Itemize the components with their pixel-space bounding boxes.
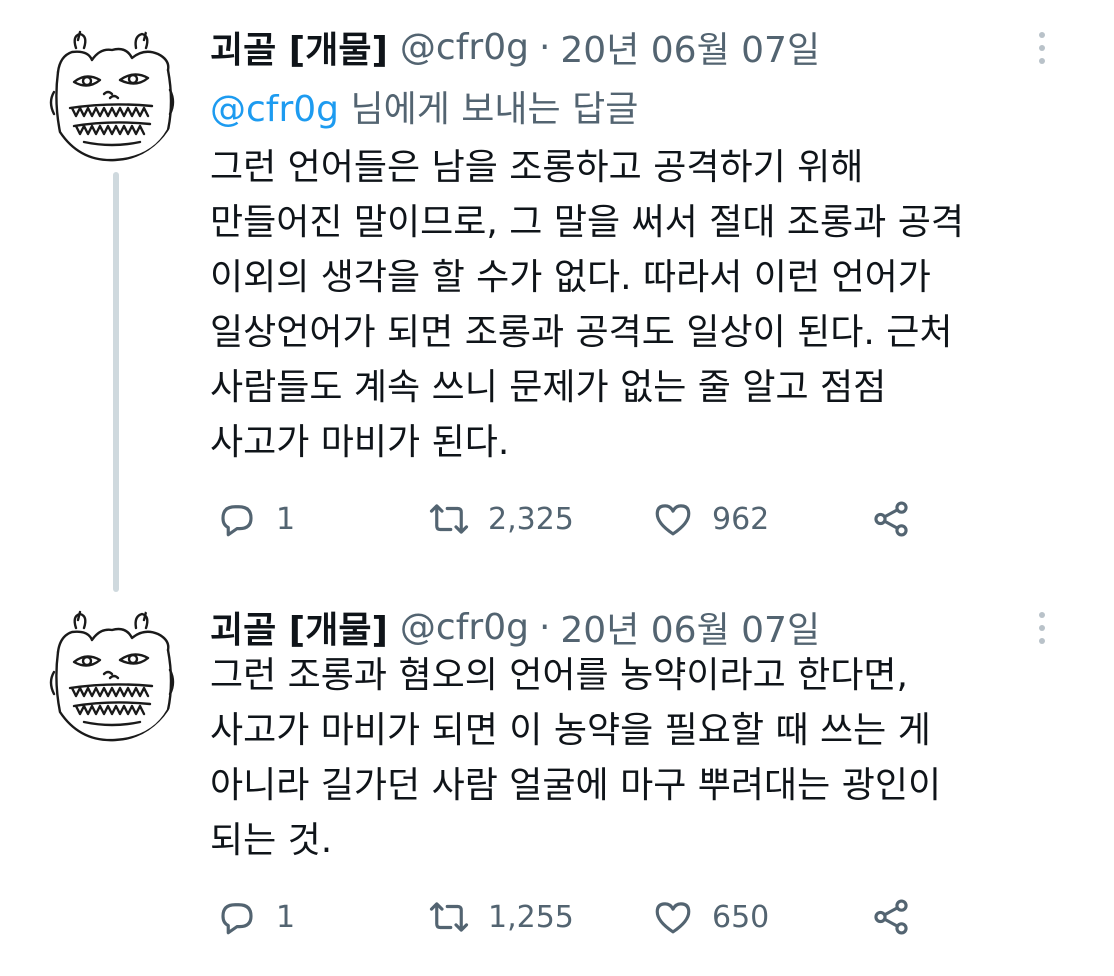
tweet-text-line: 그런 언어들은 남을 조롱하고 공격하기 위해 bbox=[210, 147, 864, 188]
tweet-text-line: 그런 조롱과 혐오의 언어를 농약이라고 한다면, bbox=[210, 655, 908, 696]
replying-to: @cfr0g 님에게 보내는 답글 bbox=[210, 80, 638, 132]
tweet[interactable]: 괴골 [개물] @cfr0g · 20년 06월 07일 @cfr0g 님에게 … bbox=[0, 0, 1114, 592]
tweet[interactable]: 괴골 [개물] @cfr0g · 20년 06월 07일 그런 조롱과 혐오의 … bbox=[0, 592, 1114, 976]
tweet-text-line: 만들어진 말이므로, 그 말을 써서 절대 조롱과 공격 bbox=[210, 202, 964, 243]
avatar[interactable] bbox=[40, 602, 180, 742]
like-count: 650 bbox=[712, 899, 770, 935]
heart-icon bbox=[655, 504, 691, 536]
avatar-drawing-icon bbox=[49, 610, 175, 742]
share-icon bbox=[874, 899, 908, 935]
reply-count: 1 bbox=[276, 899, 296, 935]
more-dot bbox=[1039, 45, 1045, 51]
retweet-count: 1,255 bbox=[488, 899, 574, 935]
more-dot bbox=[1039, 612, 1045, 618]
like-button[interactable]: 962 bbox=[652, 494, 769, 544]
tweet-text-line: 이외의 생각을 할 수가 없다. 따라서 이런 언어가 bbox=[210, 257, 931, 298]
separator-dot: · bbox=[538, 26, 551, 68]
more-dot bbox=[1039, 32, 1045, 38]
tweet-date[interactable]: 20년 06월 07일 bbox=[560, 601, 820, 653]
share-button[interactable] bbox=[870, 892, 912, 942]
more-dot bbox=[1039, 58, 1045, 64]
like-button[interactable]: 650 bbox=[652, 892, 769, 942]
share-icon bbox=[874, 501, 908, 537]
reply-button[interactable]: 1 bbox=[216, 892, 295, 942]
user-handle[interactable]: @cfr0g bbox=[400, 607, 529, 648]
reply-mention-link[interactable]: @cfr0g bbox=[210, 89, 339, 130]
tweet-text: 그런 언어들은 남을 조롱하고 공격하기 위해 만들어진 말이므로, 그 말을 … bbox=[210, 140, 1070, 470]
retweet-icon bbox=[429, 504, 469, 534]
avatar-drawing-icon bbox=[49, 30, 175, 162]
reply-button[interactable]: 1 bbox=[216, 494, 295, 544]
share-button[interactable] bbox=[870, 494, 912, 544]
more-icon[interactable] bbox=[1032, 606, 1052, 650]
tweet-actions: 1 1,255 650 bbox=[210, 892, 930, 942]
tweet-text-line: 일상언어가 되면 조롱과 공격도 일상이 된다. 근처 bbox=[210, 312, 953, 353]
tweet-text-line: 아니라 길가던 사람 얼굴에 마구 뿌려대는 광인이 bbox=[210, 765, 942, 806]
avatar[interactable] bbox=[40, 22, 180, 162]
reply-suffix: 님에게 보내는 답글 bbox=[350, 89, 639, 130]
more-dot bbox=[1039, 625, 1045, 631]
tweet-text-line: 사고가 마비가 된다. bbox=[210, 422, 510, 463]
tweet-text-line: 사고가 마비가 되면 이 농약을 필요할 때 쓰는 게 bbox=[210, 710, 931, 751]
tweet-text-line: 되는 것. bbox=[210, 820, 333, 861]
tweet-text: 그런 조롱과 혐오의 언어를 농약이라고 한다면, 사고가 마비가 되면 이 농… bbox=[210, 648, 1070, 868]
tweet-header: 괴골 [개물] @cfr0g · 20년 06월 07일 bbox=[210, 22, 820, 72]
separator-dot: · bbox=[538, 606, 551, 648]
more-icon[interactable] bbox=[1032, 26, 1052, 70]
retweet-icon bbox=[429, 902, 469, 932]
reply-icon bbox=[221, 505, 253, 537]
display-name[interactable]: 괴골 [개물] bbox=[210, 21, 388, 73]
tweet-header: 괴골 [개물] @cfr0g · 20년 06월 07일 bbox=[210, 602, 820, 652]
user-handle[interactable]: @cfr0g bbox=[400, 27, 529, 68]
more-dot bbox=[1039, 638, 1045, 644]
reply-count: 1 bbox=[276, 501, 296, 537]
retweet-count: 2,325 bbox=[488, 501, 574, 537]
retweet-button[interactable]: 1,255 bbox=[428, 892, 574, 942]
retweet-button[interactable]: 2,325 bbox=[428, 494, 574, 544]
tweet-date[interactable]: 20년 06월 07일 bbox=[560, 21, 820, 73]
tweet-text-line: 사람들도 계속 쓰니 문제가 없는 줄 알고 점점 bbox=[210, 367, 887, 408]
tweet-actions: 1 2,325 962 bbox=[210, 494, 930, 544]
display-name[interactable]: 괴골 [개물] bbox=[210, 601, 388, 653]
reply-icon bbox=[221, 903, 253, 935]
heart-icon bbox=[655, 902, 691, 934]
like-count: 962 bbox=[712, 501, 770, 537]
